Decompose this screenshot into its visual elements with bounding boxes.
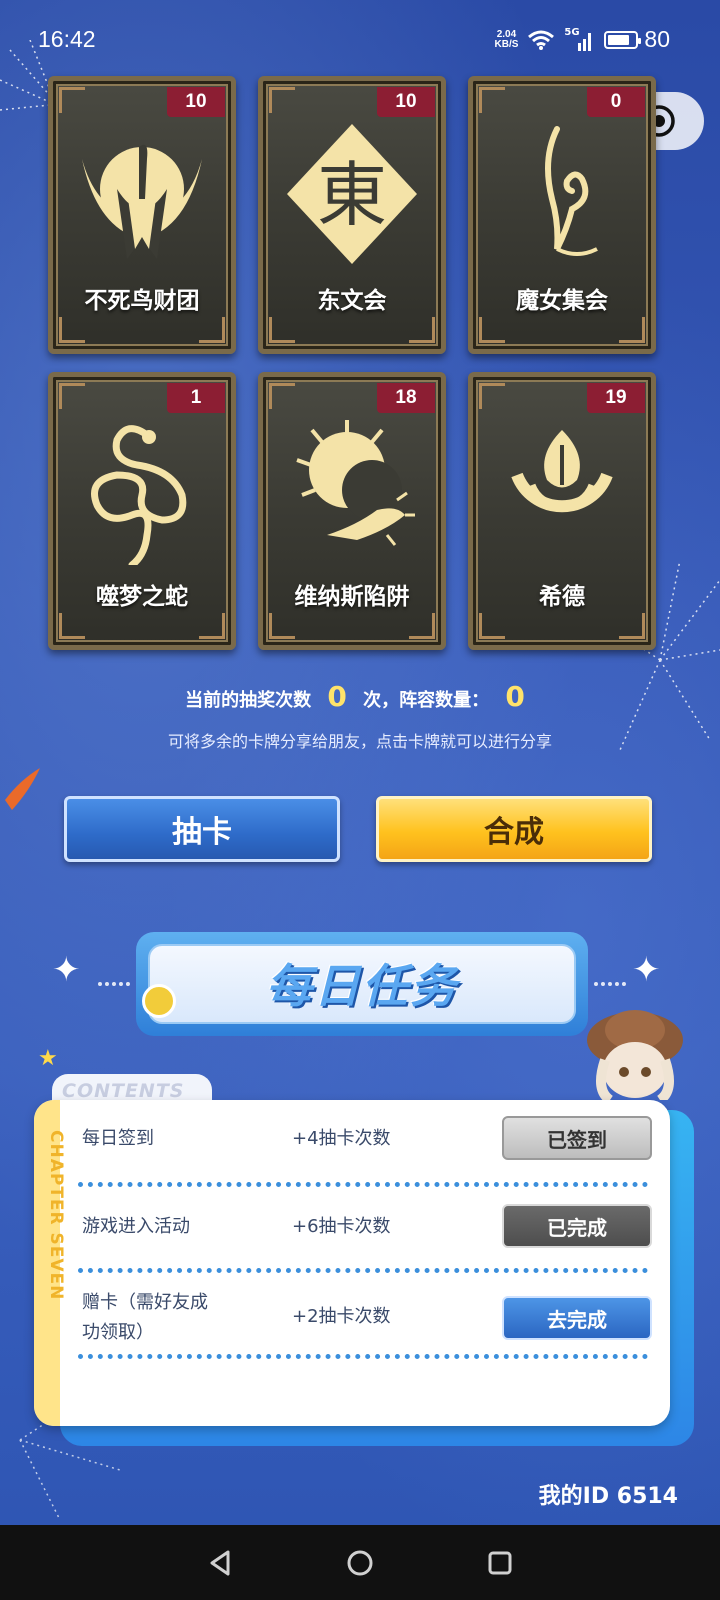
faction-card-dongwenhui[interactable]: 10 東 东文会: [258, 76, 446, 354]
detective-mascot-icon: [587, 1010, 683, 1100]
recents-square-icon: [488, 1551, 512, 1574]
status-time: 16:42: [38, 26, 96, 52]
battery-indicator: 80: [604, 26, 670, 53]
task-action-button[interactable]: 已签到: [502, 1116, 652, 1160]
sparkle-icon: ✦: [632, 950, 661, 990]
daily-tasks-title: 每日任务: [266, 959, 458, 1013]
net-speed-unit: KB/S: [494, 38, 519, 50]
chapter-label: CHAPTER SEVEN: [46, 1130, 66, 1301]
card-count-badge: 1: [167, 383, 225, 413]
contents-label: CONTENTS: [62, 1080, 185, 1102]
status-icons: 2.04 KB/S 5G 80: [495, 26, 671, 53]
draw-count-unit: 次，阵容数量：: [363, 690, 490, 711]
card-count-badge: 10: [167, 87, 225, 117]
task-name: 赠卡（需好友成功领取）: [82, 1292, 208, 1343]
draw-counts: 当前的抽奖次数 0 次，阵容数量： 0: [0, 680, 720, 713]
dong-diamond-emblem-icon: 東: [287, 124, 417, 264]
lineup-count-value: 0: [505, 680, 525, 713]
card-count-badge: 0: [587, 87, 645, 117]
combine-button[interactable]: 合成: [376, 796, 652, 862]
net-speed-value: 2.04: [496, 28, 517, 40]
task-name: 每日签到: [82, 1128, 154, 1149]
task-row: 每日签到 +4抽卡次数 已签到: [82, 1116, 662, 1184]
back-button[interactable]: [200, 1543, 240, 1583]
battery-icon: [604, 30, 642, 49]
phoenix-emblem-icon: [82, 144, 202, 259]
task-action-button[interactable]: 已完成: [502, 1204, 652, 1248]
card-name: 魔女集会: [516, 288, 608, 314]
my-id: 我的ID 6514: [538, 1484, 678, 1509]
home-button[interactable]: [340, 1543, 380, 1583]
task-row: 游戏进入活动 +6抽卡次数 已完成: [82, 1204, 662, 1272]
serpent-emblem-icon: [91, 425, 187, 565]
row-divider: [78, 1268, 648, 1273]
card-count-badge: 18: [377, 383, 435, 413]
flame-ring-emblem-icon: [511, 430, 613, 513]
daily-tasks-banner: 每日任务: [136, 932, 588, 1036]
card-count-badge: 19: [587, 383, 645, 413]
back-triangle-icon: [210, 1550, 230, 1575]
card-name: 维纳斯陷阱: [294, 584, 410, 610]
task-row: 赠卡（需好友成功领取） +2抽卡次数 去完成: [82, 1288, 662, 1348]
battery-level: 80: [644, 26, 670, 52]
venus-trap-emblem-icon: [296, 420, 415, 546]
card-count-badge: 10: [377, 87, 435, 117]
card-name: 希德: [539, 584, 585, 610]
task-reward: +2抽卡次数: [292, 1306, 391, 1327]
sparkle-icon: ✦: [52, 950, 81, 990]
row-divider: [78, 1354, 648, 1359]
confetti-decoration: [5, 768, 40, 810]
card-name: 东文会: [317, 288, 387, 314]
status-bar: 16:42 2.04 KB/S 5G 80: [0, 0, 720, 80]
wifi-icon: [528, 30, 555, 50]
dotted-divider: [98, 982, 130, 986]
net-speed: 2.04 KB/S: [494, 28, 519, 50]
faction-card-venus[interactable]: 18 维纳斯陷阱: [258, 372, 446, 650]
witch-curl-emblem-icon: [545, 126, 598, 256]
task-reward: +6抽卡次数: [292, 1216, 391, 1237]
draw-card-button[interactable]: 抽卡: [64, 796, 340, 862]
faction-card-witch[interactable]: 0 魔女集会: [468, 76, 656, 354]
task-action-button[interactable]: 去完成: [502, 1296, 652, 1340]
share-tip: 可将多余的卡牌分享给朋友，点击卡牌就可以进行分享: [167, 732, 552, 751]
faction-card-xide[interactable]: 19 希德: [468, 372, 656, 650]
home-circle-icon: [347, 1550, 373, 1575]
row-divider: [78, 1182, 648, 1187]
faction-card-phoenix[interactable]: 10 不死鸟财团: [48, 76, 236, 354]
cellular-signal-icon: 5G: [564, 27, 594, 51]
faction-card-serpent[interactable]: 1 噬梦之蛇: [48, 372, 236, 650]
star-icon: ★: [38, 1046, 58, 1071]
draw-count-label: 当前的抽奖次数: [185, 690, 312, 711]
recents-button[interactable]: [480, 1543, 520, 1583]
task-name: 游戏进入活动: [82, 1216, 190, 1237]
task-reward: +4抽卡次数: [292, 1128, 391, 1149]
card-name: 不死鸟财团: [84, 288, 200, 314]
draw-count-value: 0: [327, 680, 347, 713]
system-nav-bar: [0, 1525, 720, 1600]
dong-glyph: 東: [317, 154, 387, 236]
card-name: 噬梦之蛇: [96, 584, 188, 610]
dotted-divider: [594, 982, 626, 986]
